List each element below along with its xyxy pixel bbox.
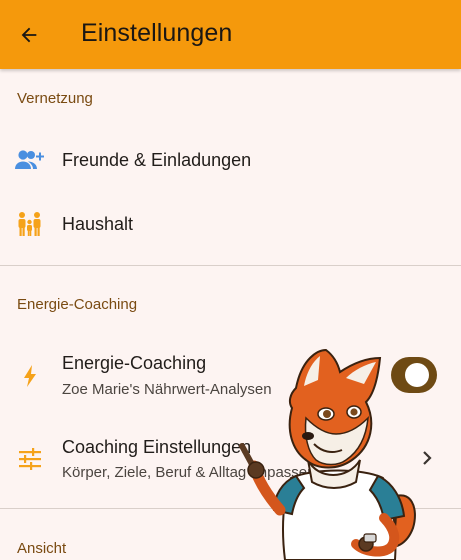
- back-button[interactable]: [16, 22, 42, 48]
- family-icon: [15, 209, 45, 239]
- app-bar: Einstellungen: [0, 0, 461, 69]
- section-header-coaching: Energie-Coaching: [17, 296, 138, 313]
- household-item[interactable]: Haushalt: [0, 194, 461, 254]
- coaching-settings-label: Coaching Einstellungen: [62, 437, 252, 457]
- chevron-right-icon: [417, 448, 437, 468]
- person-add-icon: [15, 145, 45, 175]
- section-header-network: Vernetzung: [17, 90, 93, 107]
- divider: [0, 265, 461, 266]
- energy-coaching-label: Energie-Coaching: [62, 353, 207, 373]
- tune-icon: [15, 444, 45, 474]
- arrow-left-icon: [21, 27, 37, 43]
- household-label: Haushalt: [62, 214, 134, 234]
- friends-invitations-item[interactable]: Freunde & Einladungen: [0, 130, 461, 190]
- lightning-icon: [15, 361, 45, 391]
- page-title: Einstellungen: [81, 19, 233, 47]
- fox-mascot-illustration: [239, 348, 416, 560]
- friends-invitations-label: Freunde & Einladungen: [62, 150, 252, 170]
- section-header-view: Ansicht: [17, 540, 67, 557]
